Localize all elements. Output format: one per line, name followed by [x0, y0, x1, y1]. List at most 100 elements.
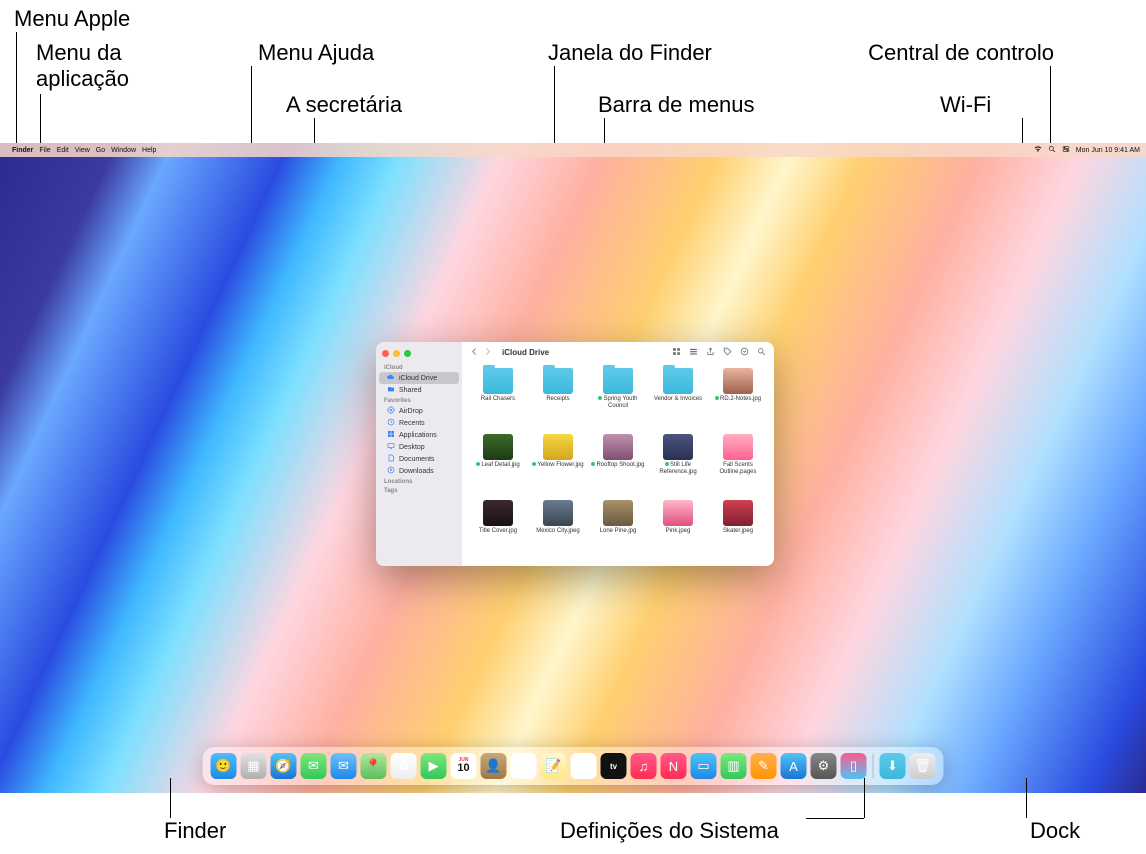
- file-item[interactable]: Vendor & Invoices: [648, 366, 708, 430]
- menu-help[interactable]: Help: [142, 147, 156, 154]
- callout-menubar: Barra de menus: [598, 92, 755, 118]
- dock-notes-icon[interactable]: 📝: [541, 753, 567, 779]
- file-label: Vendor & Invoices: [654, 396, 702, 403]
- desktop-icon: [387, 442, 395, 452]
- dock-keynote-icon[interactable]: ▭: [691, 753, 717, 779]
- file-label: Fall Scents Outline.pages: [711, 462, 765, 475]
- file-item[interactable]: Skater.jpeg: [708, 498, 768, 562]
- file-label: Lone Pine.jpg: [600, 528, 637, 535]
- sidebar-item-documents[interactable]: Documents: [379, 453, 459, 465]
- file-thumbnail: [483, 500, 513, 526]
- menu-go[interactable]: Go: [96, 147, 105, 154]
- file-item[interactable]: Lone Pine.jpg: [588, 498, 648, 562]
- file-label: Leaf Detail.jpg: [476, 462, 519, 469]
- sidebar-section-locations: Locations: [376, 477, 462, 486]
- wifi-icon[interactable]: [1034, 145, 1042, 155]
- file-item[interactable]: Title Cover.jpg: [468, 498, 528, 562]
- dock-finder-icon[interactable]: 🙂: [211, 753, 237, 779]
- file-thumbnail: [663, 500, 693, 526]
- search-button[interactable]: [757, 347, 766, 358]
- sidebar-item-label: Shared: [399, 387, 422, 394]
- file-thumbnail: [543, 500, 573, 526]
- dock-safari-icon[interactable]: 🧭: [271, 753, 297, 779]
- dock-freeform-icon[interactable]: ◉: [571, 753, 597, 779]
- file-item[interactable]: Rail Chasers: [468, 366, 528, 430]
- sidebar-item-label: AirDrop: [399, 408, 423, 415]
- sidebar-item-airdrop[interactable]: AirDrop: [379, 405, 459, 417]
- folder-icon: [483, 368, 513, 394]
- dock-tv-icon[interactable]: tv: [601, 753, 627, 779]
- minimize-button[interactable]: [393, 350, 400, 357]
- share-button[interactable]: [706, 347, 715, 358]
- action-button[interactable]: [740, 347, 749, 358]
- control-center-icon[interactable]: [1062, 145, 1070, 155]
- menu-window[interactable]: Window: [111, 147, 136, 154]
- sidebar-item-downloads[interactable]: Downloads: [379, 465, 459, 477]
- menu-app-name[interactable]: Finder: [12, 147, 33, 154]
- callout-sysprefs: Definições do Sistema: [560, 818, 779, 844]
- sidebar-item-icloud-drive[interactable]: iCloud Drive: [379, 372, 459, 384]
- dock-music-icon[interactable]: ♫: [631, 753, 657, 779]
- file-item[interactable]: Yellow Flower.jpg: [528, 432, 588, 496]
- callout-menu-help: Menu Ajuda: [258, 40, 374, 66]
- dock-reminders-icon[interactable]: ☰: [511, 753, 537, 779]
- dock-system-settings-icon[interactable]: ⚙: [811, 753, 837, 779]
- file-item[interactable]: Mexico City.jpeg: [528, 498, 588, 562]
- callout-finder: Finder: [164, 818, 226, 844]
- file-label: Rail Chasers: [481, 396, 515, 403]
- dock-messages-icon[interactable]: ✉: [301, 753, 327, 779]
- close-button[interactable]: [382, 350, 389, 357]
- sidebar-item-label: Documents: [399, 456, 434, 463]
- menu-file[interactable]: File: [39, 147, 50, 154]
- menu-edit[interactable]: Edit: [57, 147, 69, 154]
- sidebar-item-shared[interactable]: Shared: [379, 384, 459, 396]
- dock-maps-icon[interactable]: 📍: [361, 753, 387, 779]
- dock-numbers-icon[interactable]: ▥: [721, 753, 747, 779]
- dock-iphone-mirror-icon[interactable]: ▯: [841, 753, 867, 779]
- file-item[interactable]: Rooftop Shoot.jpg: [588, 432, 648, 496]
- view-icons-button[interactable]: [672, 347, 681, 358]
- dock: 🙂▦🧭✉✉📍✿▶JUN10👤☰📝◉tv♫N▭▥✎A⚙▯⬇🗑: [203, 747, 944, 785]
- dock-downloads-icon[interactable]: ⬇: [880, 753, 906, 779]
- dock-trash-icon[interactable]: 🗑: [910, 753, 936, 779]
- file-label: Skater.jpeg: [723, 528, 753, 535]
- file-thumbnail: [543, 434, 573, 460]
- dock-contacts-icon[interactable]: 👤: [481, 753, 507, 779]
- file-item[interactable]: Spring Youth Council: [588, 366, 648, 430]
- file-item[interactable]: Still Life Reference.jpg: [648, 432, 708, 496]
- callout-wifi: Wi-Fi: [940, 92, 991, 118]
- sidebar-item-label: iCloud Drive: [399, 375, 437, 382]
- dock-mail-icon[interactable]: ✉: [331, 753, 357, 779]
- doc-icon: [387, 454, 395, 464]
- spotlight-icon[interactable]: [1048, 145, 1056, 155]
- file-item[interactable]: Pink.jpeg: [648, 498, 708, 562]
- tag-dot-icon: [532, 462, 536, 466]
- cloud-icon: [387, 373, 395, 383]
- dock-appstore-icon[interactable]: A: [781, 753, 807, 779]
- sidebar-item-applications[interactable]: Applications: [379, 429, 459, 441]
- file-thumbnail: [483, 434, 513, 460]
- file-label: Receipts: [546, 396, 569, 403]
- dock-facetime-icon[interactable]: ▶: [421, 753, 447, 779]
- sidebar-item-desktop[interactable]: Desktop: [379, 441, 459, 453]
- file-item[interactable]: Leaf Detail.jpg: [468, 432, 528, 496]
- dock-launchpad-icon[interactable]: ▦: [241, 753, 267, 779]
- menubar-datetime[interactable]: Mon Jun 10 9:41 AM: [1076, 147, 1140, 154]
- file-thumbnail: [663, 434, 693, 460]
- file-item[interactable]: RD.2-Notes.jpg: [708, 366, 768, 430]
- callout-menu-app: Menu da aplicação: [36, 40, 129, 92]
- dock-pages-icon[interactable]: ✎: [751, 753, 777, 779]
- back-button[interactable]: [470, 347, 479, 358]
- menu-view[interactable]: View: [75, 147, 90, 154]
- forward-button[interactable]: [483, 347, 492, 358]
- menubar: Finder File Edit View Go Window Help Mon…: [0, 143, 1146, 157]
- dock-photos-icon[interactable]: ✿: [391, 753, 417, 779]
- file-item[interactable]: Receipts: [528, 366, 588, 430]
- file-item[interactable]: Fall Scents Outline.pages: [708, 432, 768, 496]
- sidebar-item-recents[interactable]: Recents: [379, 417, 459, 429]
- dock-calendar-icon[interactable]: JUN10: [451, 753, 477, 779]
- group-button[interactable]: [689, 347, 698, 358]
- dock-news-icon[interactable]: N: [661, 753, 687, 779]
- tag-button[interactable]: [723, 347, 732, 358]
- fullscreen-button[interactable]: [404, 350, 411, 357]
